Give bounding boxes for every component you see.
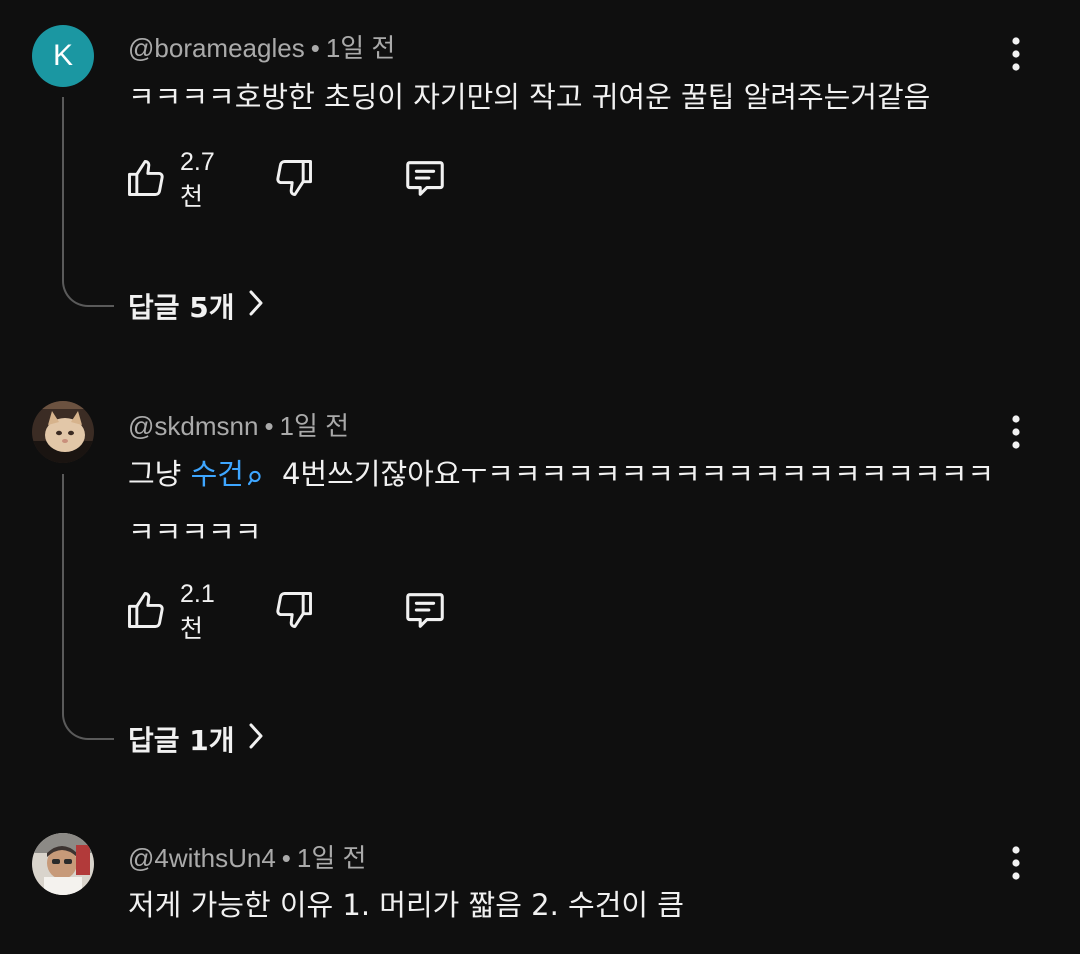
separator-dot: •: [264, 411, 274, 441]
like-button[interactable]: 2.1천: [124, 580, 215, 643]
thread-line: [62, 97, 114, 307]
author-handle[interactable]: @skdmsnn: [128, 411, 258, 441]
separator-dot: •: [281, 843, 291, 873]
comment-meta: @4withsUn4 • 1일 전: [128, 838, 366, 875]
thumbs-up-icon: [124, 156, 168, 204]
comment-text: 그냥 수건 4번쓰기잖아요ㅜㅋㅋㅋㅋㅋㅋㅋㅋㅋㅋㅋㅋㅋㅋㅋㅋㅋㅋㅋㅋㅋㅋㅋㅋ: [128, 447, 1008, 559]
comment-text: 저게 가능한 이유 1. 머리가 짧음 2. 수건이 큼: [128, 888, 684, 922]
comment-meta: @borameagles • 1일 전: [128, 28, 395, 65]
thumbs-down-icon: [272, 156, 316, 204]
replies-label: 답글 5개: [128, 291, 235, 324]
chevron-right-icon: [249, 290, 263, 323]
dislike-button[interactable]: [272, 587, 316, 637]
reply-comment-icon: [402, 587, 448, 637]
thread-line: [62, 474, 114, 740]
like-count: 2.7천: [180, 147, 215, 211]
view-replies-button[interactable]: 답글 5개: [128, 286, 263, 326]
separator-dot: •: [310, 33, 320, 63]
comment-time[interactable]: 1일 전: [280, 411, 350, 441]
comment-meta: @skdmsnn • 1일 전: [128, 406, 349, 443]
chevron-right-icon: [249, 723, 263, 756]
view-replies-button[interactable]: 답글 1개: [128, 719, 263, 759]
like-count: 2.1천: [180, 579, 215, 643]
search-link[interactable]: 수건: [191, 457, 244, 491]
more-options-icon[interactable]: [1000, 34, 1032, 74]
thumbs-up-icon: [124, 588, 168, 636]
more-options-icon[interactable]: [1000, 412, 1032, 452]
more-options-icon[interactable]: [1000, 843, 1032, 883]
comment-time[interactable]: 1일 전: [297, 843, 367, 873]
search-icon[interactable]: [247, 451, 264, 505]
cat-photo-avatar: [32, 401, 94, 463]
reply-button[interactable]: [402, 587, 448, 637]
reply-comment-icon: [402, 155, 448, 205]
reply-button[interactable]: [402, 155, 448, 205]
author-handle[interactable]: @4withsUn4: [128, 843, 276, 873]
person-photo-avatar: [32, 833, 94, 895]
comment-text: ㅋㅋㅋㅋ호방한 초딩이 자기만의 작고 귀여운 꿀팁 알려주는거같음: [128, 80, 931, 114]
avatar-letter: K: [52, 39, 73, 72]
comment-time[interactable]: 1일 전: [326, 33, 396, 63]
comment-text-before: 그냥: [128, 457, 191, 491]
replies-label: 답글 1개: [128, 724, 235, 757]
avatar[interactable]: [32, 833, 94, 895]
author-handle[interactable]: @borameagles: [128, 33, 305, 63]
avatar[interactable]: [32, 401, 94, 463]
like-button[interactable]: 2.7천: [124, 148, 215, 211]
dislike-button[interactable]: [272, 155, 316, 205]
avatar[interactable]: K: [32, 25, 94, 87]
thumbs-down-icon: [272, 588, 316, 636]
